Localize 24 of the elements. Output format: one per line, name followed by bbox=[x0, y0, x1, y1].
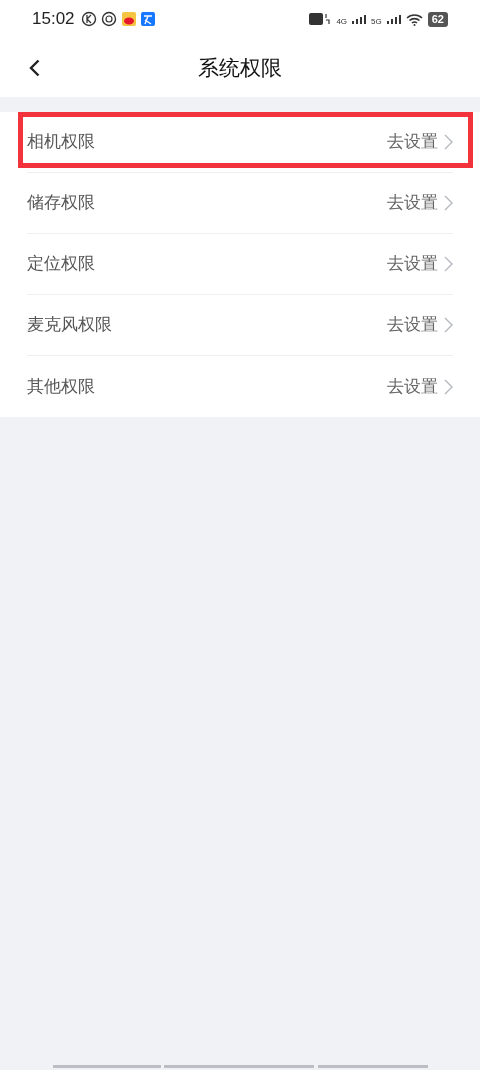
chevron-right-icon bbox=[444, 317, 453, 333]
back-icon bbox=[28, 58, 40, 77]
chevron-right-icon bbox=[444, 378, 453, 395]
signal-icon bbox=[386, 14, 401, 24]
chevron-right-icon bbox=[444, 134, 453, 150]
battery-indicator: 62 bbox=[427, 11, 448, 27]
settings-link[interactable]: 去设置 bbox=[387, 251, 453, 277]
signal-icon bbox=[352, 14, 367, 24]
network-label: 4G bbox=[336, 17, 348, 26]
wifi-icon bbox=[405, 12, 423, 26]
settings-link[interactable]: 去设置 bbox=[387, 312, 453, 338]
permission-label: 其他权限 bbox=[27, 375, 95, 398]
settings-link[interactable]: 去设置 bbox=[387, 373, 453, 400]
chevron-right-icon bbox=[444, 195, 453, 211]
settings-link[interactable]: 去设置 bbox=[387, 129, 453, 155]
network-label: 5G bbox=[371, 17, 382, 26]
permission-label: 定位权限 bbox=[27, 253, 95, 276]
permission-label: 麦克风权限 bbox=[27, 314, 112, 337]
permission-label: 储存权限 bbox=[27, 192, 95, 215]
permission-label: 相机权限 bbox=[27, 131, 95, 154]
chevron-right-icon bbox=[444, 256, 453, 272]
settings-link[interactable]: 去设置 bbox=[387, 190, 453, 216]
page-title: 系统权限 bbox=[198, 54, 282, 81]
status-time: 15:02 bbox=[32, 8, 75, 31]
